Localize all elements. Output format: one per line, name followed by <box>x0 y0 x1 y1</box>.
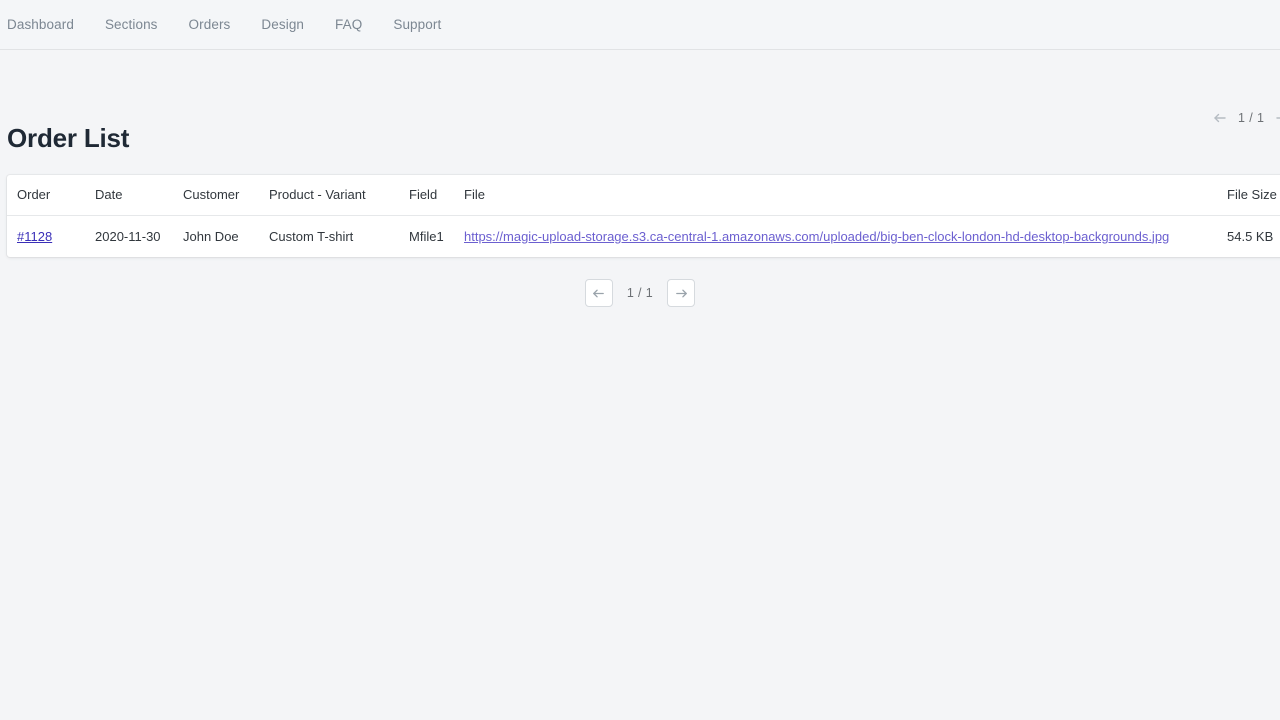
cell-file: https://magic-upload-storage.s3.ca-centr… <box>454 215 1217 257</box>
column-header-product-variant: Product - Variant <box>259 175 399 216</box>
cell-customer: John Doe <box>183 228 239 244</box>
bottom-pagination-label: 1 / 1 <box>626 286 654 300</box>
file-url-link[interactable]: https://magic-upload-storage.s3.ca-centr… <box>464 229 1169 244</box>
nav-list: Dashboard Sections Orders Design FAQ Sup… <box>7 17 457 32</box>
arrow-left-icon <box>591 286 606 301</box>
nav-item-orders[interactable]: Orders <box>189 17 247 32</box>
table-header-row: Order Date Customer Product - Variant Fi… <box>7 175 1280 216</box>
nav-item-dashboard[interactable]: Dashboard <box>7 17 90 32</box>
column-header-file: File <box>454 175 1217 216</box>
nav-item-support[interactable]: Support <box>393 17 457 32</box>
page-container: 1 / 1 Order List Order Date Customer Pro… <box>0 50 1280 307</box>
column-header-file-size: File Size <box>1217 175 1280 216</box>
column-header-order: Order <box>7 175 85 216</box>
cell-file-size: 54.5 KB <box>1227 228 1274 244</box>
cell-date: 2020-11-30 <box>95 228 161 244</box>
column-header-customer: Customer <box>173 175 259 216</box>
nav-item-faq[interactable]: FAQ <box>335 17 378 32</box>
top-navigation-bar: Dashboard Sections Orders Design FAQ Sup… <box>0 0 1280 50</box>
arrow-left-icon[interactable] <box>1212 110 1228 126</box>
cell-order: #1128 <box>7 215 85 257</box>
top-pagination-label: 1 / 1 <box>1238 111 1265 125</box>
cell-product-variant: Custom T-shirt <box>269 228 354 244</box>
bottom-pagination: 1 / 1 <box>0 279 1280 307</box>
order-number-link[interactable]: #1128 <box>17 229 52 244</box>
arrow-right-icon <box>674 286 689 301</box>
column-header-date: Date <box>85 175 173 216</box>
cell-field: Mfile1 <box>409 228 444 244</box>
order-list-table: Order Date Customer Product - Variant Fi… <box>7 175 1280 257</box>
next-page-button[interactable] <box>667 279 696 307</box>
top-pagination: 1 / 1 <box>1212 110 1280 126</box>
table-body: #1128 2020-11-30 John Doe Custom T-shirt… <box>7 215 1280 257</box>
column-header-field: Field <box>399 175 454 216</box>
nav-item-design[interactable]: Design <box>261 17 320 32</box>
table-header: Order Date Customer Product - Variant Fi… <box>7 175 1280 216</box>
order-list-card: Order Date Customer Product - Variant Fi… <box>7 175 1280 257</box>
arrow-right-icon[interactable] <box>1274 110 1280 126</box>
table-row: #1128 2020-11-30 John Doe Custom T-shirt… <box>7 215 1280 257</box>
previous-page-button[interactable] <box>584 279 613 307</box>
nav-item-sections[interactable]: Sections <box>105 17 174 32</box>
page-title: Order List <box>7 123 130 153</box>
